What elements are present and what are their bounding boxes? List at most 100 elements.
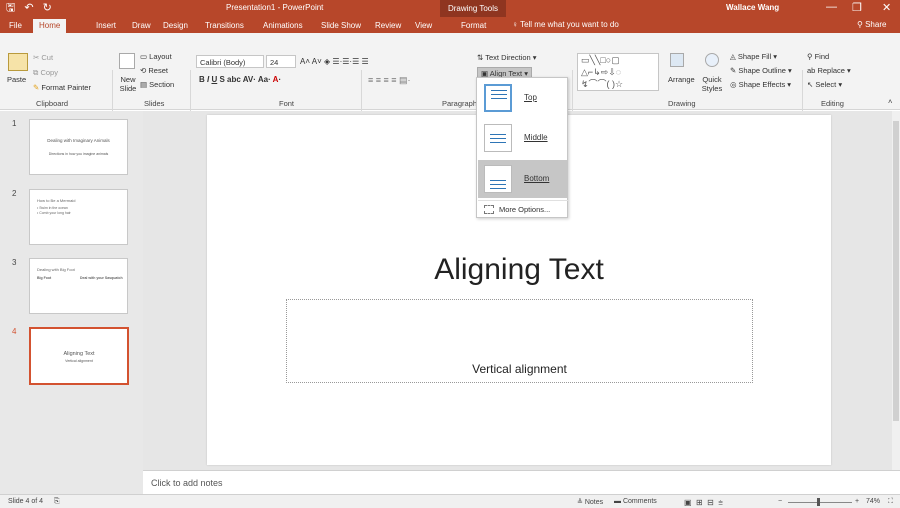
tab-insert[interactable]: Insert <box>90 19 122 33</box>
align-top-label: Top <box>524 93 537 102</box>
comment-icon: ▬ <box>614 498 623 505</box>
notes-pane[interactable]: Click to add notes <box>143 470 900 494</box>
collapse-ribbon-icon[interactable]: ˄ <box>888 97 892 106</box>
tab-design[interactable]: Design <box>157 19 194 33</box>
more-options-item[interactable]: More Options... <box>478 200 568 217</box>
tab-view[interactable]: View <box>409 19 438 33</box>
shapes-gallery[interactable]: ▭╲╲□○▢ △⌐↳⇨⇩◌ ↯⌒⌒( )☆ <box>577 53 659 91</box>
font-format-buttons[interactable]: B I U S abc AV· Aa· A· <box>199 75 281 84</box>
slide-thumbnail-4[interactable]: Aligning Text Vertical alignment <box>29 327 129 385</box>
cut-label: Cut <box>41 53 54 62</box>
document-title: Presentation1 - PowerPoint <box>226 3 324 12</box>
select-button[interactable]: ↖ Select ▾ <box>807 80 842 89</box>
replace-label: Replace <box>817 66 845 75</box>
thumb-subtitle: Vertical alignment <box>65 359 93 363</box>
new-slide-button[interactable]: New Slide <box>117 75 139 93</box>
save-icon[interactable]: 🖫 <box>6 2 15 14</box>
align-middle-option[interactable]: Middle <box>478 119 568 157</box>
minimize-button[interactable]: — <box>826 1 837 13</box>
notes-label: Notes <box>584 499 604 506</box>
align-top-option[interactable]: Top <box>478 79 568 117</box>
quick-styles-icon[interactable] <box>705 53 719 67</box>
share-label: Share <box>865 20 887 29</box>
find-label: Find <box>814 52 830 61</box>
share-button[interactable]: ⚲ Share <box>857 20 886 29</box>
spellcheck-icon[interactable]: ⎘ <box>54 498 60 506</box>
zoom-in-button[interactable]: + <box>855 498 859 505</box>
slide-title[interactable]: Aligning Text <box>207 253 831 287</box>
close-button[interactable]: ✕ <box>882 1 891 14</box>
new-slide-icon[interactable] <box>119 53 135 69</box>
comments-label: Comments <box>622 498 657 505</box>
tab-draw[interactable]: Draw <box>126 19 157 33</box>
shape-effects-label: Shape Effects <box>738 80 786 89</box>
tab-format[interactable]: Format <box>455 19 492 33</box>
scrollbar-thumb[interactable] <box>893 121 899 421</box>
font-name-field[interactable]: Calibri (Body) <box>196 55 264 68</box>
thumb-bullet: • Comb your long hair <box>37 211 71 215</box>
tab-animations[interactable]: Animations <box>257 19 309 33</box>
shape-effects-button[interactable]: ◎ Shape Effects ▾ <box>730 80 791 89</box>
vertical-scrollbar[interactable] <box>892 111 900 470</box>
quick-styles-button[interactable]: Quick Styles <box>698 75 726 93</box>
shape-fill-button[interactable]: ◬ Shape Fill ▾ <box>730 52 777 61</box>
slide-thumbnail-1[interactable]: Dealing with Imaginary Animals Direction… <box>29 119 128 175</box>
slide-number: 4 <box>12 327 17 336</box>
arrange-icon[interactable] <box>670 53 684 67</box>
align-text-menu: Top Middle Bottom More Options... <box>476 77 568 218</box>
zoom-slider[interactable] <box>788 502 852 503</box>
font-size-field[interactable]: 24 <box>266 55 296 68</box>
arrange-button[interactable]: Arrange <box>668 75 695 84</box>
shape-outline-label: Shape Outline <box>738 66 786 75</box>
thumb-title: How to Be a Mermaid <box>37 198 76 203</box>
tab-file[interactable]: File <box>3 19 28 33</box>
clipboard-group-label: Clipboard <box>36 99 69 108</box>
selected-text-box[interactable]: Vertical alignment <box>286 299 753 383</box>
copy-button[interactable]: ⧉ Copy <box>33 68 58 78</box>
thumb-bullet: • Swim in the ocean <box>37 206 68 210</box>
zoom-level[interactable]: 74% <box>866 498 880 505</box>
text-direction-button[interactable]: ⇅ Text Direction ▾ <box>477 53 537 62</box>
notes-toggle[interactable]: ≜ Notes <box>577 498 603 506</box>
paste-button[interactable]: Paste <box>7 75 26 84</box>
cut-button[interactable]: ✂ Cut <box>33 53 53 62</box>
redo-icon[interactable]: ↻ <box>43 2 52 14</box>
view-buttons[interactable]: ▣ ⊞ ⊟ ⩧ <box>684 498 723 508</box>
section-label: Section <box>149 80 175 89</box>
align-middle-label: Middle <box>524 133 548 142</box>
text-box-content[interactable]: Vertical alignment <box>287 362 752 376</box>
tab-transitions[interactable]: Transitions <box>199 19 250 33</box>
find-button[interactable]: ⚲ Find <box>807 52 829 61</box>
align-bottom-label: Bottom <box>524 174 550 183</box>
tab-slide-show[interactable]: Slide Show <box>315 19 367 33</box>
align-bottom-option[interactable]: Bottom <box>478 160 568 198</box>
reset-button[interactable]: ⟲ Reset <box>140 66 168 75</box>
tell-me-search[interactable]: ♀ Tell me what you want to do <box>512 20 619 29</box>
zoom-slider-knob[interactable] <box>817 498 820 506</box>
slide-thumbnail-3[interactable]: Dealing with Big Foot Big Foot Deal with… <box>29 258 128 314</box>
user-name[interactable]: Wallace Wang <box>726 3 779 12</box>
comments-toggle[interactable]: ▬ Comments <box>614 498 657 505</box>
section-button[interactable]: ▤ Section <box>140 80 174 89</box>
drawing-group-label: Drawing <box>668 99 696 108</box>
undo-icon[interactable]: ↶ <box>24 2 33 14</box>
align-buttons[interactable]: ≡ ≡ ≡ ≡ ▤· <box>368 75 411 86</box>
notes-placeholder[interactable]: Click to add notes <box>151 478 223 488</box>
thumb-title: Aligning Text <box>63 351 95 357</box>
layout-button[interactable]: ▭ Layout <box>140 52 172 61</box>
tab-review[interactable]: Review <box>369 19 407 33</box>
clipboard-icon[interactable] <box>8 53 28 71</box>
format-painter-button[interactable]: ✎ Format Painter <box>33 83 91 92</box>
shape-outline-button[interactable]: ✎ Shape Outline ▾ <box>730 66 792 75</box>
font-size-buttons[interactable]: A˄ A˅ ◈ ☰·☰·☰ ☰ <box>300 57 369 66</box>
text-direction-icon: ⇅ <box>477 53 486 62</box>
zoom-out-button[interactable]: − <box>778 498 782 505</box>
paint-bucket-icon: ◬ <box>730 52 738 61</box>
select-label: Select <box>815 80 837 89</box>
slide-thumbnail-2[interactable]: How to Be a Mermaid • Swim in the ocean … <box>29 189 128 245</box>
fit-to-window-icon[interactable]: ⛶ <box>888 498 893 506</box>
tab-home[interactable]: Home <box>33 19 67 33</box>
replace-button[interactable]: ab Replace ▾ <box>807 66 851 75</box>
notes-icon: ≜ <box>577 499 585 506</box>
restore-button[interactable]: ❐ <box>852 1 862 14</box>
